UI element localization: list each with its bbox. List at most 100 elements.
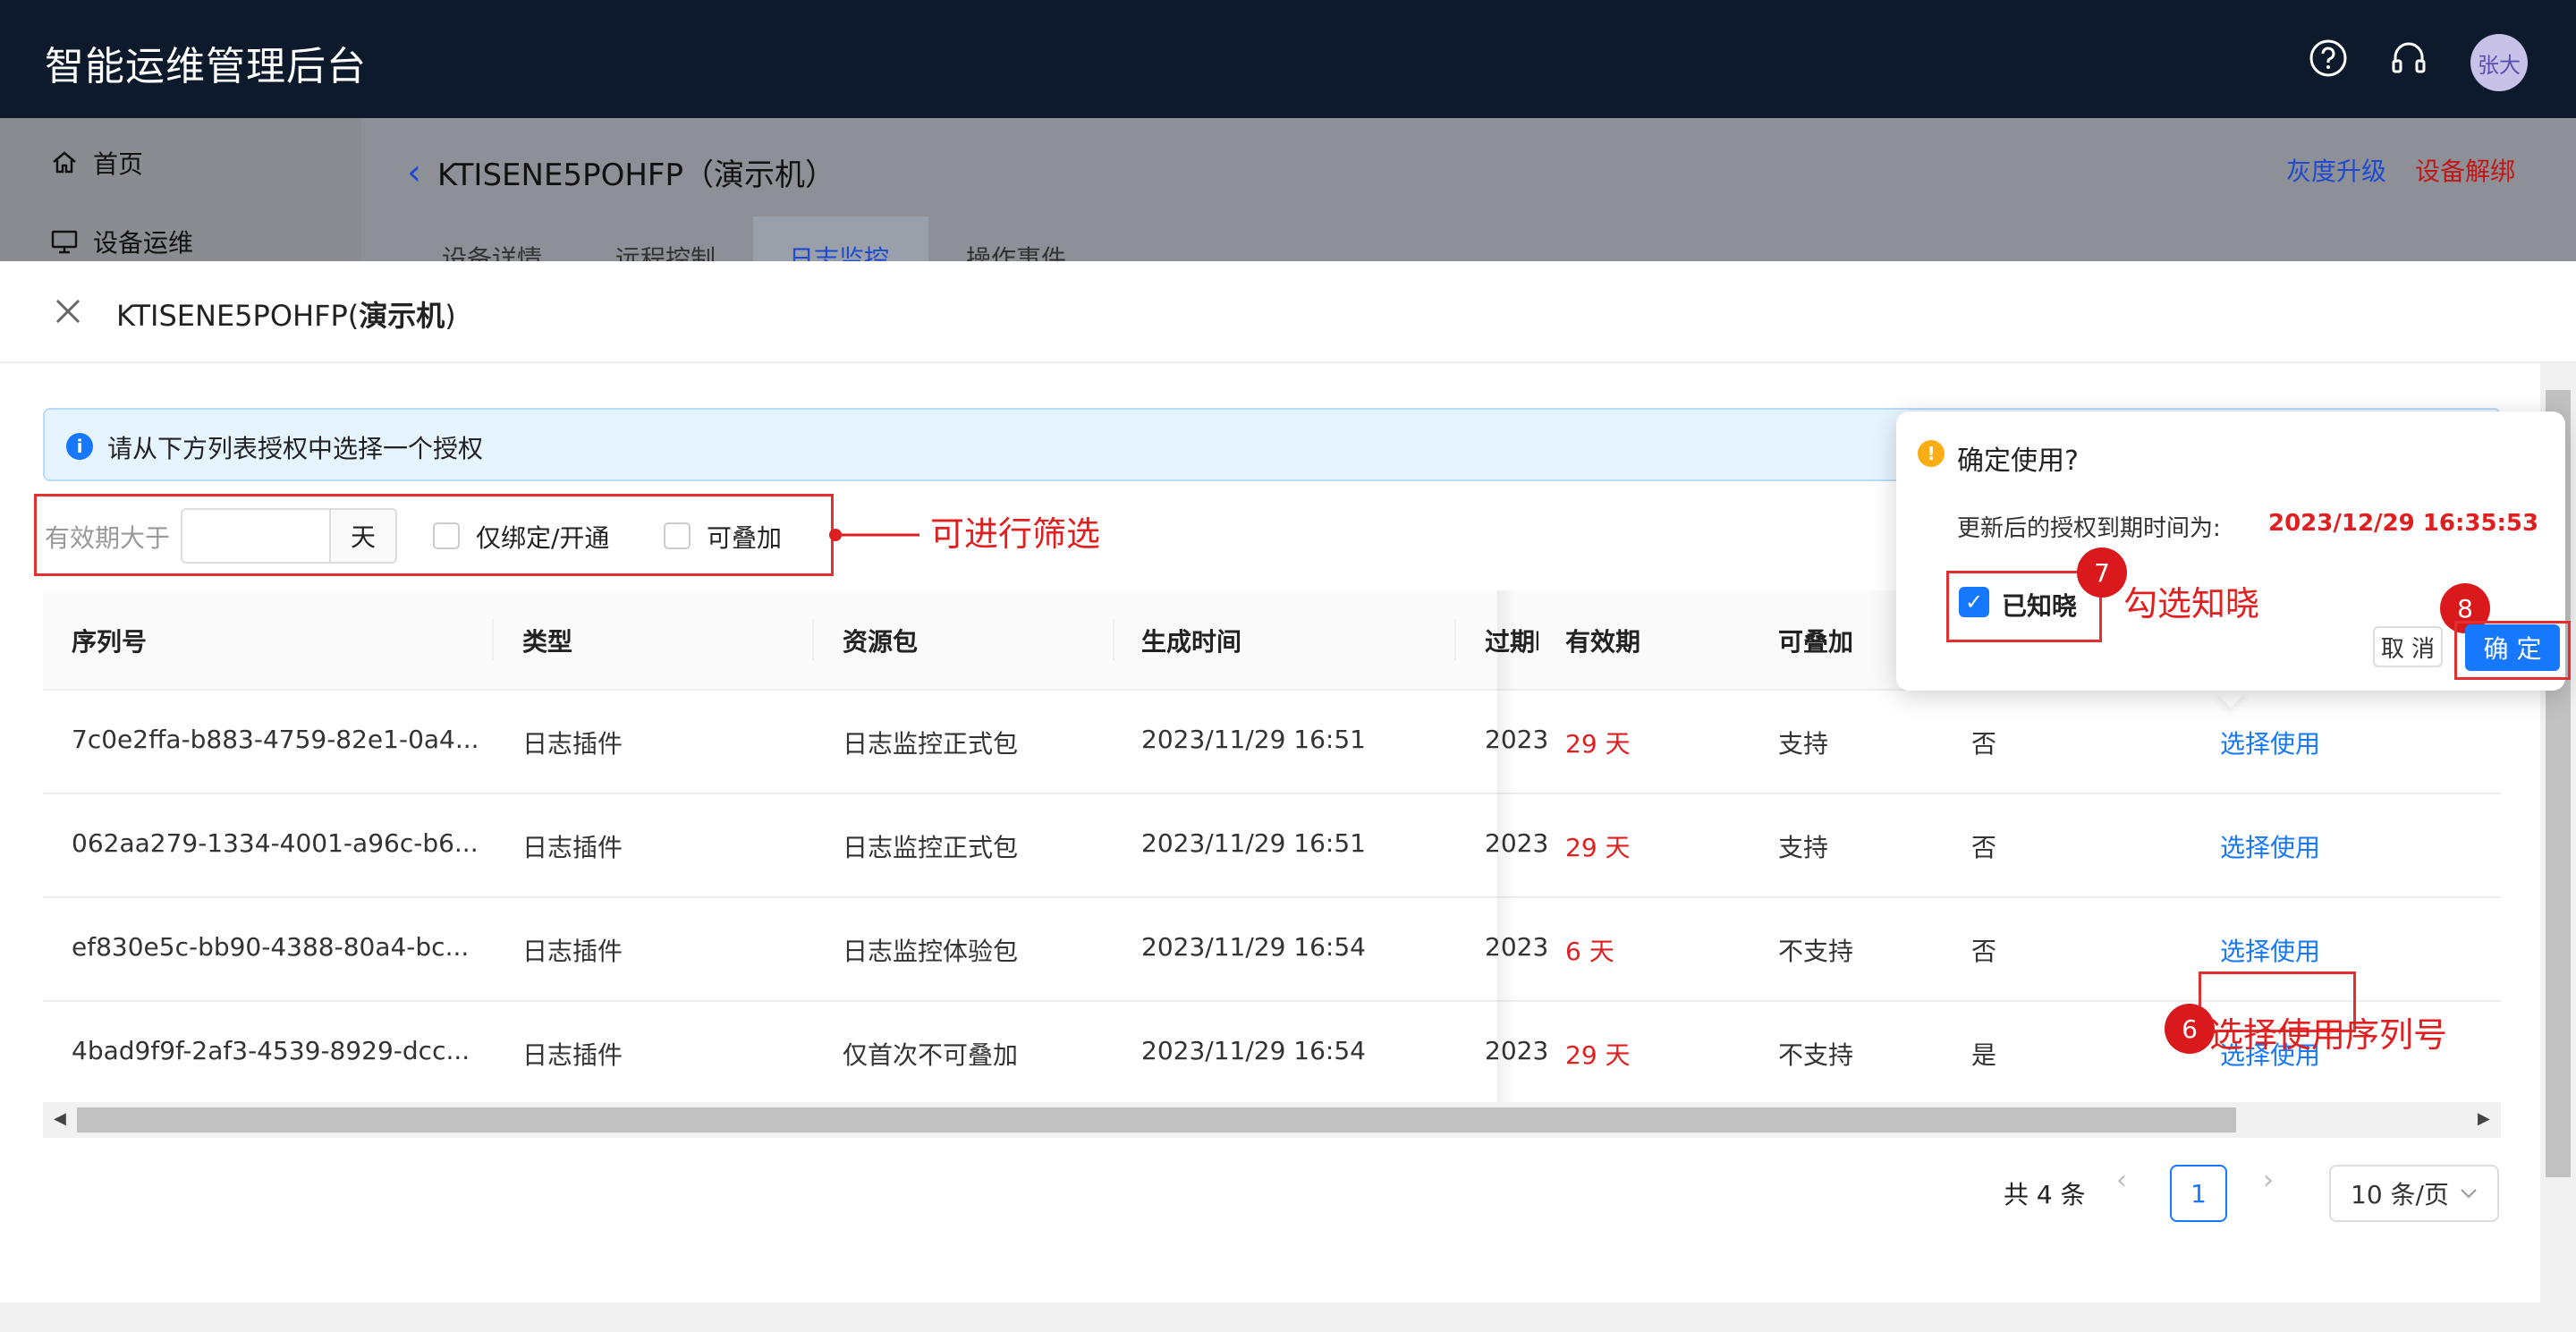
- prev-page-icon[interactable]: ‹: [2116, 1165, 2127, 1196]
- page-title: ‹ KTISENE5POHFP（演示机）: [407, 150, 835, 194]
- cell-stackable: 支持: [1778, 833, 1829, 862]
- table-row: 7c0e2ffa-b883-4759-82e1-0a4... 日志插件 日志监控…: [43, 691, 2501, 794]
- cell-serial: 7c0e2ffa-b883-4759-82e1-0a4...: [72, 725, 479, 754]
- cell-expire: 2023: [1485, 828, 1549, 858]
- cell-serial: 062aa279-1334-4001-a96c-b6...: [72, 828, 479, 858]
- headset-icon[interactable]: [2386, 36, 2431, 81]
- cell-type: 日志插件: [522, 1040, 623, 1070]
- sidebar: 首页 设备运维: [0, 118, 361, 261]
- cancel-button[interactable]: 取 消: [2373, 626, 2443, 667]
- select-use-link[interactable]: 选择使用: [2220, 932, 2320, 968]
- select-use-link[interactable]: 选择使用: [2220, 828, 2320, 864]
- col-separator: [1113, 619, 1114, 660]
- page-size-select[interactable]: 10 条/页: [2329, 1165, 2499, 1222]
- app-title: 智能运维管理后台: [45, 44, 367, 89]
- valid-days-input[interactable]: [181, 508, 331, 564]
- bound-only-checkbox[interactable]: [433, 522, 460, 549]
- cell-package: 日志监控正式包: [843, 729, 1019, 759]
- col-valid: 有效期: [1565, 627, 1641, 657]
- cell-package: 日志监控正式包: [843, 833, 1019, 862]
- pagination-total: 共 4 条: [2004, 1180, 2086, 1209]
- cell-serial: 4bad9f9f-2af3-4539-8929-dcc...: [72, 1036, 470, 1065]
- annotation-arrow: [829, 529, 919, 541]
- cell-package: 仅首次不可叠加: [843, 1040, 1019, 1070]
- cell-created: 2023/11/29 16:51: [1141, 828, 1366, 858]
- cell-type: 日志插件: [522, 937, 623, 966]
- cell-bound: 否: [1971, 937, 1997, 966]
- scroll-right-icon[interactable]: ▶: [2478, 1109, 2490, 1128]
- table-row: ef830e5c-bb90-4388-80a4-bc... 日志插件 日志监控体…: [43, 898, 2501, 1002]
- page-horizontal-scrollbar[interactable]: [0, 1302, 2576, 1332]
- col-type: 类型: [522, 627, 573, 657]
- home-icon: [53, 151, 76, 174]
- cell-valid: 29 天: [1565, 729, 1631, 759]
- cell-created: 2023/11/29 16:54: [1141, 932, 1366, 962]
- popover-title: 确定使用?: [1957, 445, 2079, 477]
- drawer-title: KTISENE5POHFP(演示机): [116, 299, 456, 333]
- cell-stackable: 不支持: [1778, 1040, 1854, 1070]
- col-created: 生成时间: [1141, 627, 1242, 657]
- help-icon[interactable]: [2306, 36, 2351, 81]
- confirm-button[interactable]: 确 定: [2465, 624, 2560, 671]
- info-text: 请从下方列表授权中选择一个授权: [107, 434, 484, 463]
- ack-label: 已知晓: [2002, 591, 2078, 621]
- gray-upgrade-link[interactable]: 灰度升级: [2286, 152, 2386, 188]
- ack-checkbox[interactable]: ✓: [1959, 587, 1989, 617]
- close-icon[interactable]: [52, 295, 84, 327]
- popover-description: 更新后的授权到期时间为:: [1957, 515, 2221, 542]
- cell-valid: 29 天: [1565, 833, 1631, 862]
- filter-unit: 天: [329, 508, 397, 564]
- drawer-header: KTISENE5POHFP(演示机): [0, 261, 2576, 363]
- page-size-value: 10 条/页: [2351, 1180, 2449, 1209]
- cell-expire: 2023: [1485, 1036, 1549, 1065]
- select-use-link[interactable]: 选择使用: [2220, 725, 2320, 760]
- cell-stackable: 支持: [1778, 729, 1829, 759]
- back-chevron-icon[interactable]: ‹: [407, 152, 421, 193]
- cell-stackable: 不支持: [1778, 937, 1854, 966]
- cell-bound: 否: [1971, 729, 1997, 759]
- horizontal-scrollbar[interactable]: ◀ ▶: [43, 1102, 2501, 1138]
- sidebar-item-label: 设备运维: [93, 228, 194, 258]
- stackable-checkbox[interactable]: [664, 522, 691, 549]
- scroll-thumb[interactable]: [77, 1107, 2236, 1133]
- table-row: 4bad9f9f-2af3-4539-8929-dcc... 日志插件 仅首次不…: [43, 1002, 2501, 1106]
- sidebar-item-device-ops[interactable]: 设备运维: [50, 224, 193, 259]
- cell-expire: 2023: [1485, 932, 1549, 962]
- col-stackable: 可叠加: [1778, 627, 1854, 657]
- cell-valid: 6 天: [1565, 937, 1614, 966]
- background-overlay: [0, 118, 2576, 261]
- bound-only-label: 仅绑定/开通: [476, 523, 610, 553]
- annotation-filter: 可进行筛选: [930, 514, 1101, 554]
- cell-type: 日志插件: [522, 833, 623, 862]
- top-bar: 智能运维管理后台 张大: [0, 0, 2576, 118]
- scroll-left-icon[interactable]: ◀: [54, 1109, 66, 1128]
- cell-valid: 29 天: [1565, 1040, 1631, 1070]
- monitor-icon: [51, 230, 78, 254]
- annotation-select: 选择使用序列号: [2209, 1015, 2448, 1055]
- avatar[interactable]: 张大: [2470, 34, 2528, 91]
- info-icon: i: [66, 433, 93, 460]
- unbind-link[interactable]: 设备解绑: [2415, 152, 2515, 188]
- annotation-check: 勾选知晓: [2123, 584, 2260, 624]
- cell-created: 2023/11/29 16:51: [1141, 725, 1366, 754]
- col-separator: [1454, 619, 1456, 660]
- cell-bound: 是: [1971, 1040, 1997, 1070]
- page-1-button[interactable]: 1: [2170, 1165, 2227, 1222]
- fixed-column-shadow: [1497, 590, 1515, 1109]
- chevron-down-icon: [2461, 1189, 2477, 1199]
- filter-label: 有效期大于: [45, 523, 171, 553]
- expiry-date: 2023/12/29 16:35:53: [2268, 510, 2539, 537]
- step-badge-6: 6: [2165, 1004, 2215, 1054]
- col-serial: 序列号: [72, 627, 148, 657]
- cell-type: 日志插件: [522, 729, 623, 759]
- cell-package: 日志监控体验包: [843, 937, 1019, 966]
- cell-created: 2023/11/29 16:54: [1141, 1036, 1366, 1065]
- next-page-icon[interactable]: ›: [2263, 1165, 2274, 1196]
- sidebar-item-label: 首页: [93, 149, 144, 179]
- step-badge-7: 7: [2077, 547, 2127, 598]
- page-title-text: KTISENE5POHFP（演示机）: [437, 157, 835, 193]
- cell-serial: ef830e5c-bb90-4388-80a4-bc...: [72, 932, 470, 962]
- sidebar-item-home[interactable]: 首页: [50, 145, 143, 181]
- table-row: 062aa279-1334-4001-a96c-b6... 日志插件 日志监控正…: [43, 794, 2501, 898]
- col-separator: [492, 619, 494, 660]
